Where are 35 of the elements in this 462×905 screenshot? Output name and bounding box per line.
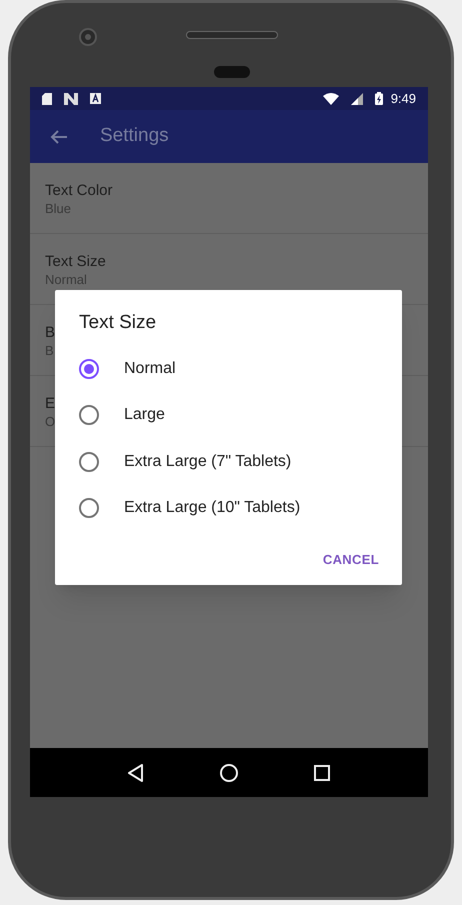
- option-label: Normal: [124, 358, 176, 379]
- radio-button[interactable]: [79, 498, 99, 518]
- sensor-slot: [214, 66, 250, 78]
- recents-nav-button[interactable]: [314, 764, 330, 780]
- camera-icon: [79, 28, 97, 46]
- radio-button[interactable]: [79, 452, 99, 472]
- square-icon: [314, 764, 330, 780]
- screen-title: Settings: [100, 124, 169, 148]
- preference-title: E: [45, 394, 56, 413]
- preference-title: Text Size: [45, 252, 106, 271]
- clock-time: 9:49: [390, 90, 416, 108]
- wifi-icon: [322, 92, 339, 104]
- n-badge-icon: [64, 92, 78, 104]
- radio-button[interactable]: [79, 405, 99, 426]
- a-badge-icon: [90, 93, 101, 104]
- radio-option[interactable]: Extra Large (10" Tablets): [55, 485, 402, 532]
- dialog-title: Text Size: [78, 311, 158, 335]
- back-arrow-icon: [50, 128, 68, 144]
- radio-option[interactable]: Extra Large (7" Tablets): [55, 438, 402, 485]
- back-nav-button[interactable]: [128, 764, 144, 782]
- home-circle-icon: [220, 764, 238, 782]
- preference-title: B: [45, 323, 56, 342]
- preference-title: Text Color: [45, 181, 113, 200]
- option-label: Large: [124, 405, 165, 426]
- back-triangle-icon: [128, 764, 144, 782]
- signal-icon: [350, 92, 363, 104]
- sd-card-icon: [42, 92, 52, 104]
- option-label: Extra Large (10" Tablets): [124, 498, 300, 518]
- radio-option[interactable]: Normal: [55, 346, 402, 392]
- radio-button[interactable]: [79, 358, 99, 379]
- cancel-button[interactable]: CANCEL: [322, 550, 379, 569]
- option-label: Extra Large (7" Tablets): [124, 452, 292, 472]
- home-nav-button[interactable]: [220, 764, 238, 782]
- battery-icon: [374, 92, 383, 105]
- radio-option[interactable]: Large: [55, 392, 402, 438]
